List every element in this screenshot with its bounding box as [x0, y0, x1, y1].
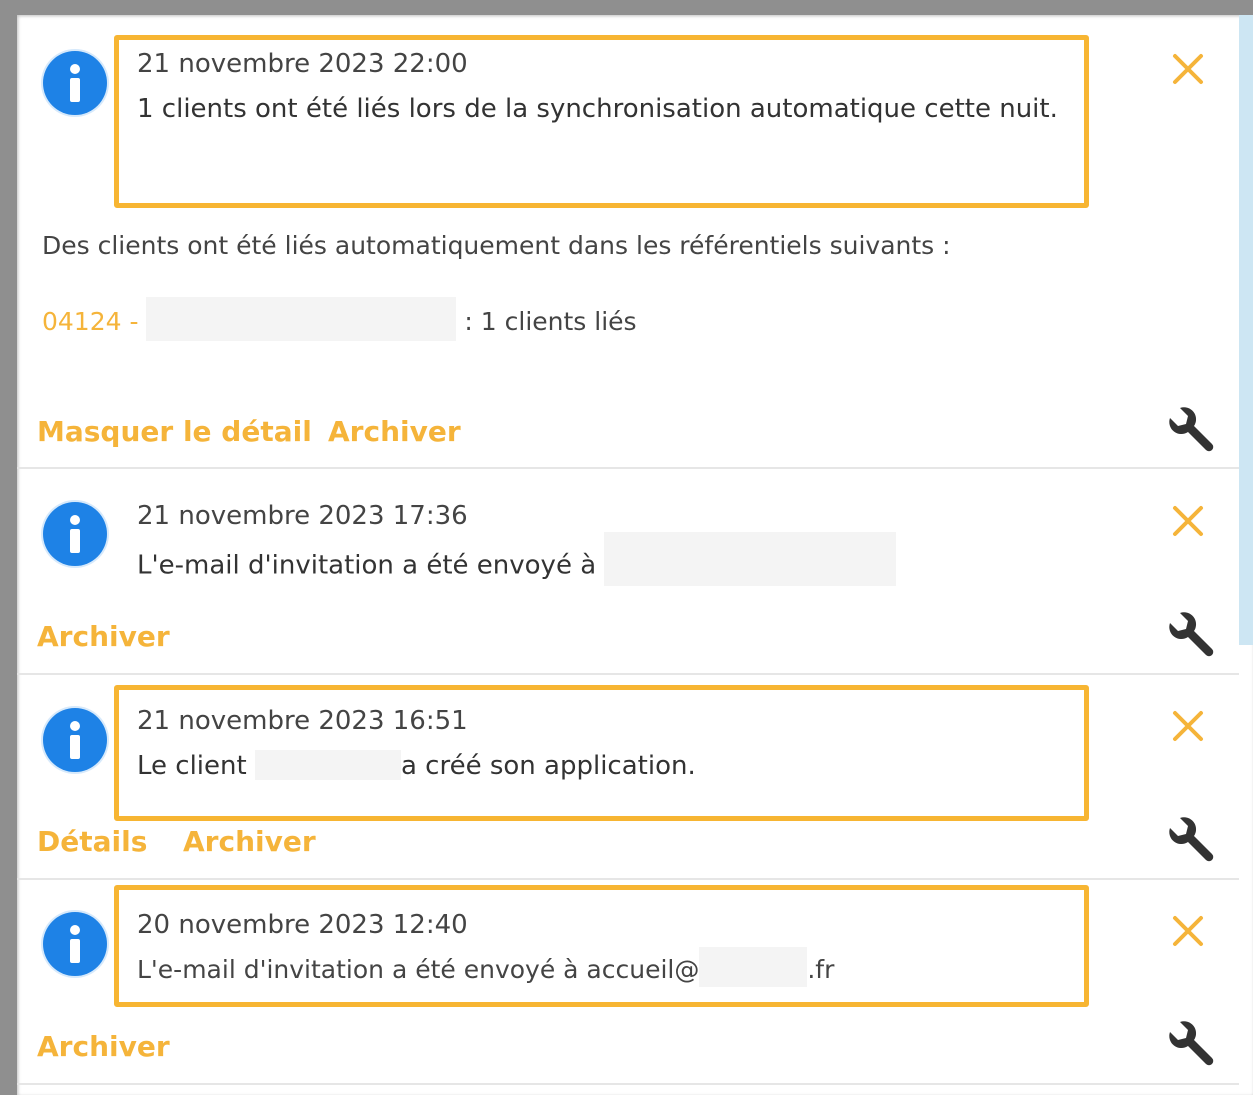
message-prefix: Le client	[137, 751, 247, 781]
info-icon	[43, 51, 107, 115]
notification-item: 21 novembre 2023 22:00 1 clients ont été…	[17, 15, 1239, 469]
close-icon[interactable]	[1169, 50, 1207, 88]
archive-link[interactable]: Archiver	[328, 415, 461, 448]
redacted-domain	[699, 947, 808, 987]
notification-panel: 21 novembre 2023 22:00 1 clients ont été…	[17, 15, 1253, 1095]
redacted-name	[146, 297, 457, 341]
close-icon[interactable]	[1169, 707, 1207, 745]
notification-date: 21 novembre 2023 17:36	[137, 501, 468, 531]
wrench-icon[interactable]	[1162, 1018, 1218, 1074]
message-text: L'e-mail d'invitation a été envoyé à	[137, 550, 597, 581]
info-icon	[43, 708, 107, 772]
message-suffix: .fr	[807, 955, 835, 984]
notification-item: 21 novembre 2023 17:36 L'e-mail d'invita…	[17, 469, 1239, 675]
notification-date: 20 novembre 2023 12:40	[137, 910, 468, 940]
archive-link[interactable]: Archiver	[37, 1030, 170, 1063]
info-icon	[43, 502, 107, 566]
close-icon[interactable]	[1169, 502, 1207, 540]
wrench-icon[interactable]	[1162, 609, 1218, 665]
detail-intro: Des clients ont été liés automatiquement…	[42, 231, 951, 260]
redacted-client	[254, 749, 401, 780]
highlight-box	[114, 885, 1089, 1007]
notification-message: L'e-mail d'invitation a été envoyé à acc…	[137, 947, 835, 987]
detail-line: 04124 - : 1 clients liés	[42, 297, 637, 341]
notification-message: L'e-mail d'invitation a été envoyé à	[137, 532, 897, 586]
referential-code-link[interactable]: 04124 -	[42, 307, 139, 336]
notification-message: 1 clients ont été liés lors de la synchr…	[137, 94, 1058, 124]
message-suffix: a créé son application.	[400, 751, 696, 781]
notification-date: 21 novembre 2023 22:00	[137, 49, 468, 79]
close-icon[interactable]	[1169, 912, 1207, 950]
message-prefix: L'e-mail d'invitation a été envoyé à acc…	[137, 955, 700, 984]
notification-item: 21 novembre 2023 16:51 Le client a créé …	[17, 675, 1239, 880]
notification-date: 21 novembre 2023 16:51	[137, 706, 468, 736]
wrench-icon[interactable]	[1162, 404, 1218, 460]
archive-link[interactable]: Archiver	[37, 620, 170, 653]
notification-message: Le client a créé son application.	[137, 749, 696, 781]
notification-item: 20 novembre 2023 12:40 L'e-mail d'invita…	[17, 880, 1239, 1085]
scrollbar[interactable]	[1239, 15, 1253, 645]
redacted-email	[604, 532, 897, 586]
details-link[interactable]: Détails	[37, 825, 147, 858]
wrench-icon[interactable]	[1162, 814, 1218, 870]
archive-link[interactable]: Archiver	[183, 825, 316, 858]
info-icon	[43, 912, 107, 976]
linked-count: : 1 clients liés	[464, 307, 637, 336]
hide-detail-link[interactable]: Masquer le détail	[37, 415, 312, 448]
